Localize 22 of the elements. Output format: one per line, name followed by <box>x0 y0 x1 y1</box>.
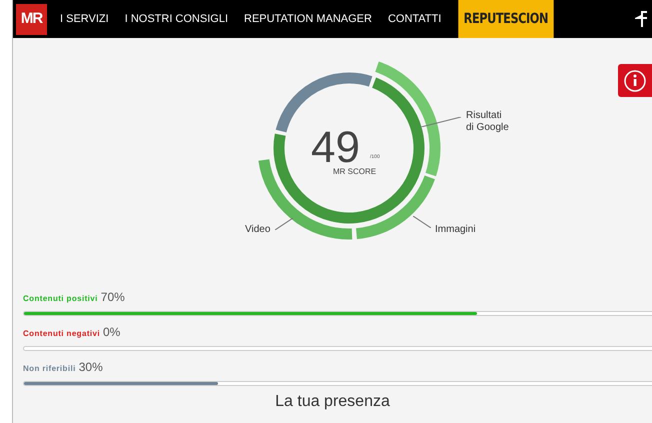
nav-link[interactable]: CONTATTI <box>380 10 450 28</box>
bar-label: Non riferibili <box>23 363 76 375</box>
bar-label: Contenuti positivi <box>23 293 98 305</box>
bar-label: Contenuti negativi <box>23 328 100 340</box>
bar-reading: 0% <box>102 324 120 341</box>
brand-link[interactable]: REPUTESCION <box>458 0 554 38</box>
logo[interactable]: MR <box>16 4 47 34</box>
info-button[interactable] <box>618 64 652 97</box>
leader-line <box>421 117 461 127</box>
section-heading: La tua presenza <box>274 393 391 411</box>
chart-label: Risultati di Google <box>466 110 509 133</box>
nav-link[interactable]: REPUTATION MANAGER <box>236 10 380 28</box>
chart-label: Immagini <box>435 224 476 236</box>
leader-line <box>413 216 431 228</box>
pin-icon[interactable] <box>634 10 648 28</box>
bar-reading: 30% <box>78 359 103 376</box>
nav-link[interactable]: I SERVIZI <box>52 10 117 28</box>
nav-link[interactable]: I NOSTRI CONSIGLI <box>116 10 236 28</box>
info-icon <box>624 70 646 92</box>
leader-line <box>275 218 293 230</box>
chart-label: Video <box>245 224 270 236</box>
bar-reading: 70% <box>100 289 125 306</box>
